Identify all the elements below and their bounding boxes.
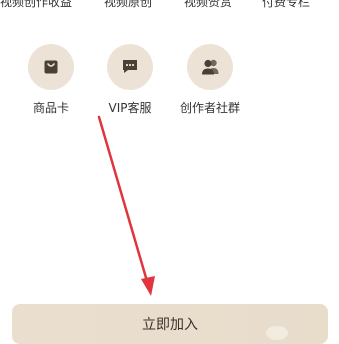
top-item-video-creation-income[interactable]: 视频创作收益	[0, 0, 72, 10]
join-decoration-icon	[266, 326, 288, 340]
vip-service-icon-bg	[107, 44, 153, 90]
feature-label-vip-service: VIP客服	[108, 101, 152, 115]
chat-bubble-icon	[123, 60, 137, 73]
shopping-bag-icon	[44, 60, 58, 74]
feature-row-top: 视频创作收益 视频原创 视频赞赏 付费专栏	[0, 0, 339, 14]
top-item-video-appreciation[interactable]: 视频赞赏	[184, 0, 232, 10]
feature-label-creator-community: 创作者社群	[179, 101, 240, 115]
top-item-paid-column[interactable]: 付费专栏	[262, 0, 310, 10]
creator-community-icon-bg	[187, 44, 233, 90]
join-now-button[interactable]: 立即加入	[12, 304, 328, 344]
product-card-icon-bg	[28, 44, 74, 90]
users-group-icon	[202, 59, 219, 75]
feature-label-product-card: 商品卡	[32, 101, 69, 115]
top-item-video-original[interactable]: 视频原创	[104, 0, 152, 10]
feature-creator-community[interactable]: 创作者社群	[180, 44, 267, 124]
